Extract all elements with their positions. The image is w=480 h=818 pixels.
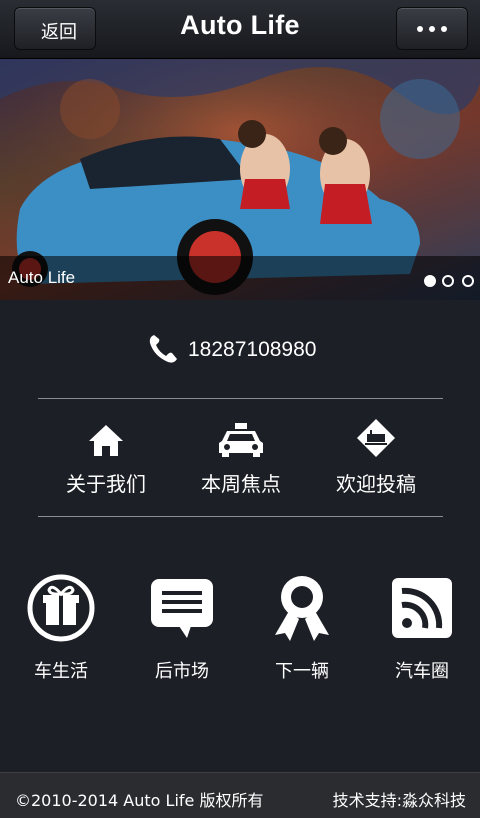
phone-row[interactable]: 18287108980 [0, 332, 480, 372]
grid-item-aftermarket[interactable]: 后市场 [127, 573, 237, 683]
home-icon [89, 425, 123, 456]
grid-label: 后市场 [155, 661, 209, 682]
carousel-dot-2[interactable] [442, 275, 454, 287]
nav-item-submit[interactable]: 欢迎投稿 [306, 419, 446, 497]
gift-icon [27, 574, 95, 642]
nav-item-focus[interactable]: 本周焦点 [171, 422, 311, 497]
nav-label: 本周焦点 [201, 472, 281, 496]
banner-carousel[interactable]: Auto Life [0, 59, 480, 300]
grid-item-next-car[interactable]: 下一辆 [247, 573, 357, 683]
divider [38, 398, 443, 399]
tech-support-text: 技术支持:淼众科技 [332, 791, 466, 810]
carousel-dot-1[interactable] [424, 275, 436, 287]
top-bar: 返回 Auto Life [0, 0, 480, 59]
phone-icon [149, 335, 177, 363]
grid-item-car-life[interactable]: 车生活 [6, 573, 116, 683]
grid-label: 汽车圈 [395, 661, 449, 682]
copyright-text: ©2010-2014 Auto Life 版权所有 [15, 791, 264, 810]
footer: ©2010-2014 Auto Life 版权所有 技术支持:淼众科技 [0, 772, 480, 818]
rss-icon [392, 578, 452, 638]
more-button[interactable] [396, 7, 468, 50]
taxi-icon [219, 423, 263, 457]
message-icon [151, 579, 213, 638]
train-sign-icon [357, 419, 395, 457]
nav-item-about[interactable]: 关于我们 [36, 422, 176, 497]
grid-item-car-circle[interactable]: 汽车圈 [367, 573, 477, 683]
phone-number[interactable]: 18287108980 [188, 338, 316, 362]
banner-caption: Auto Life [8, 268, 76, 287]
award-ribbon-icon [275, 576, 329, 641]
divider [38, 516, 443, 517]
nav-label: 欢迎投稿 [336, 472, 416, 496]
carousel-dot-3[interactable] [462, 275, 474, 287]
grid-label: 下一辆 [275, 661, 329, 682]
nav-label: 关于我们 [66, 472, 146, 496]
grid-label: 车生活 [34, 661, 88, 682]
